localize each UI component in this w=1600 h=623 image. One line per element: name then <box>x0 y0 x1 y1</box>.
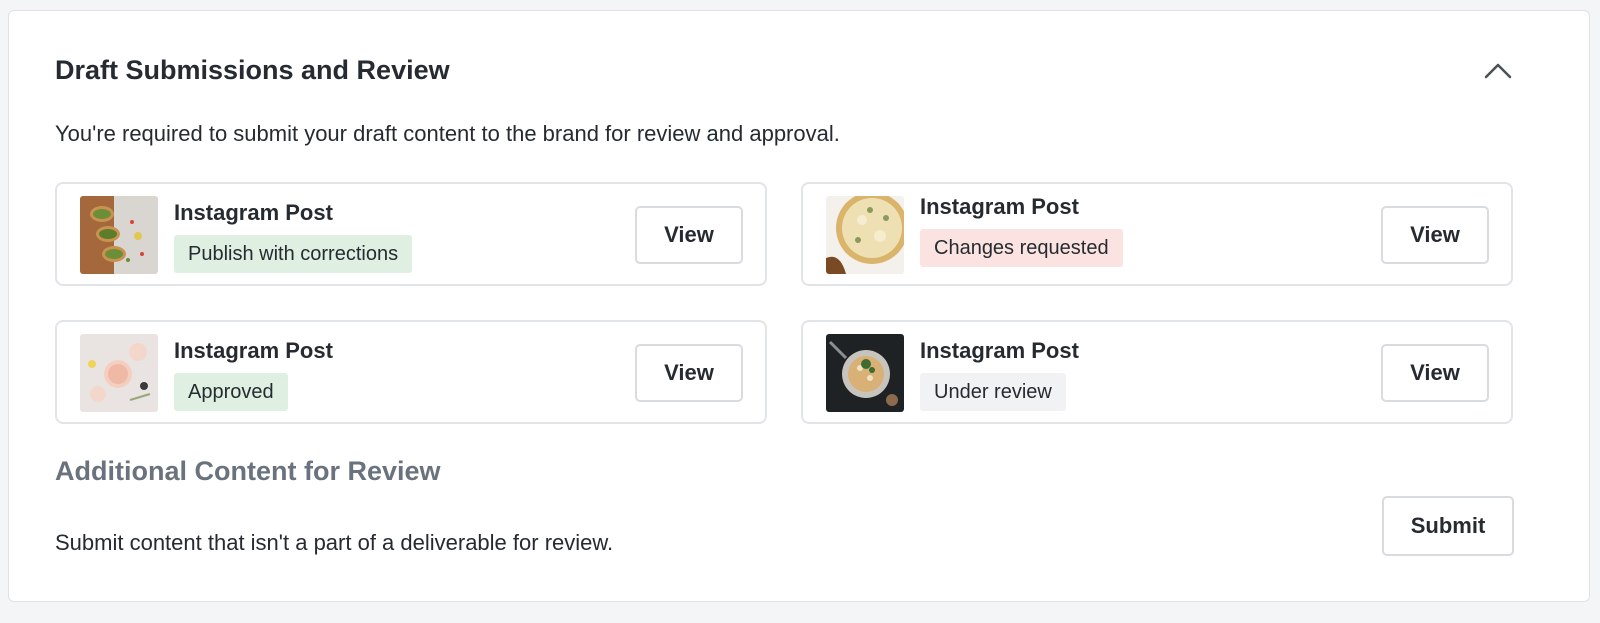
submit-button[interactable]: Submit <box>1382 496 1514 556</box>
draft-submissions-panel: Draft Submissions and Review You're requ… <box>8 10 1590 602</box>
status-badge: Approved <box>174 373 288 411</box>
submission-card: Instagram Post Under review View <box>801 320 1513 424</box>
status-badge: Changes requested <box>920 229 1123 267</box>
additional-content-title: Additional Content for Review <box>55 456 441 486</box>
section-description: You're required to submit your draft con… <box>55 121 840 146</box>
status-badge: Under review <box>920 373 1066 411</box>
pizza-thumbnail <box>826 196 904 274</box>
avocado-toast-thumbnail <box>80 196 158 274</box>
submission-card: Instagram Post Changes requested View <box>801 182 1513 286</box>
section-title: Draft Submissions and Review <box>55 55 450 85</box>
view-button[interactable]: View <box>1381 206 1489 264</box>
status-badge: Publish with corrections <box>174 235 413 273</box>
view-button[interactable]: View <box>635 344 743 402</box>
submission-card: Instagram Post Approved View <box>55 320 767 424</box>
submission-title: Instagram Post <box>920 338 1079 363</box>
submission-title: Instagram Post <box>174 200 333 225</box>
food-bowl-thumbnail <box>826 334 904 412</box>
view-button[interactable]: View <box>1381 344 1489 402</box>
additional-content-description: Submit content that isn't a part of a de… <box>55 530 614 555</box>
submission-title: Instagram Post <box>920 194 1079 219</box>
view-button[interactable]: View <box>635 206 743 264</box>
drinks-thumbnail <box>80 334 158 412</box>
submission-card: Instagram Post Publish with corrections … <box>55 182 767 286</box>
collapse-button[interactable] <box>1481 57 1515 85</box>
submission-title: Instagram Post <box>174 338 333 363</box>
chevron-up-icon <box>1484 63 1512 79</box>
